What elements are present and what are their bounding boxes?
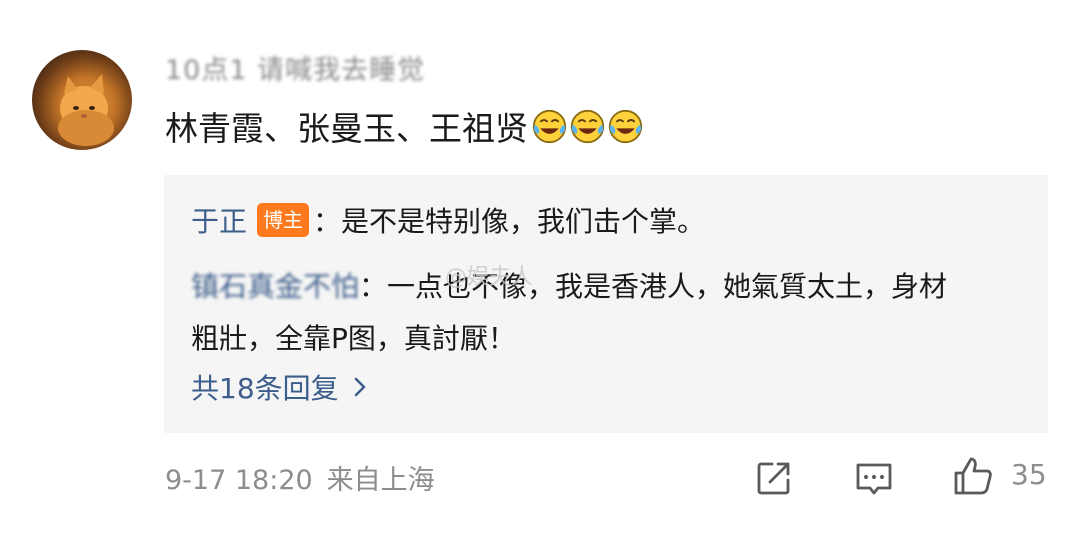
laugh-cry-emoji-icon bbox=[532, 109, 567, 143]
laugh-cry-emoji-icon bbox=[608, 109, 643, 143]
avatar[interactable] bbox=[32, 50, 132, 150]
reply-separator: ： bbox=[359, 270, 388, 303]
comment-card: 10点1 请喊我去睡觉 林青霞、张曼玉、王祖贤 于正 博主 ： 是不是特别像，我… bbox=[0, 0, 1080, 550]
reply-author[interactable]: 镇石真金不怕 bbox=[191, 270, 359, 303]
comment-location: 来自上海 bbox=[326, 465, 435, 496]
comment-body: 林青霞、张曼玉、王祖贤 bbox=[165, 102, 644, 150]
reply-item: 于正 博主 ： 是不是特别像，我们击个掌。 bbox=[191, 200, 705, 240]
chevron-right-icon bbox=[354, 377, 365, 397]
comment-time: 9-17 18:20 bbox=[165, 465, 313, 496]
cat-avatar-image bbox=[58, 74, 114, 146]
comment-icon[interactable] bbox=[854, 460, 894, 498]
thumbs-up-icon[interactable] bbox=[952, 455, 994, 497]
comment-meta: 9-17 18:20 来自上海 bbox=[165, 458, 435, 497]
reply-preview-box[interactable]: 于正 博主 ： 是不是特别像，我们击个掌。 镇石真金不怕：一点也不像，我是香港人… bbox=[164, 175, 1048, 433]
blogger-badge: 博主 bbox=[257, 203, 310, 237]
more-replies-label: 共18条回复 bbox=[191, 372, 339, 405]
reply-separator: ： bbox=[313, 205, 342, 238]
share-icon[interactable] bbox=[754, 458, 794, 498]
reply-item: 镇石真金不怕：一点也不像，我是香港人，她氣質太土，身材粗壯，全靠P图，真討厭！ bbox=[191, 261, 951, 365]
comment-username[interactable]: 10点1 请喊我去睡觉 bbox=[165, 48, 425, 87]
like-count: 35 bbox=[1011, 458, 1047, 491]
reply-author[interactable]: 于正 bbox=[191, 200, 247, 240]
emoji-group bbox=[530, 108, 644, 145]
watermark: @娱夫人 bbox=[445, 265, 534, 290]
laugh-cry-emoji-icon bbox=[570, 109, 605, 143]
more-replies-link[interactable]: 共18条回复 bbox=[191, 367, 367, 407]
comment-text: 林青霞、张曼玉、王祖贤 bbox=[165, 109, 528, 148]
reply-text: 是不是特别像，我们击个掌。 bbox=[341, 205, 706, 238]
